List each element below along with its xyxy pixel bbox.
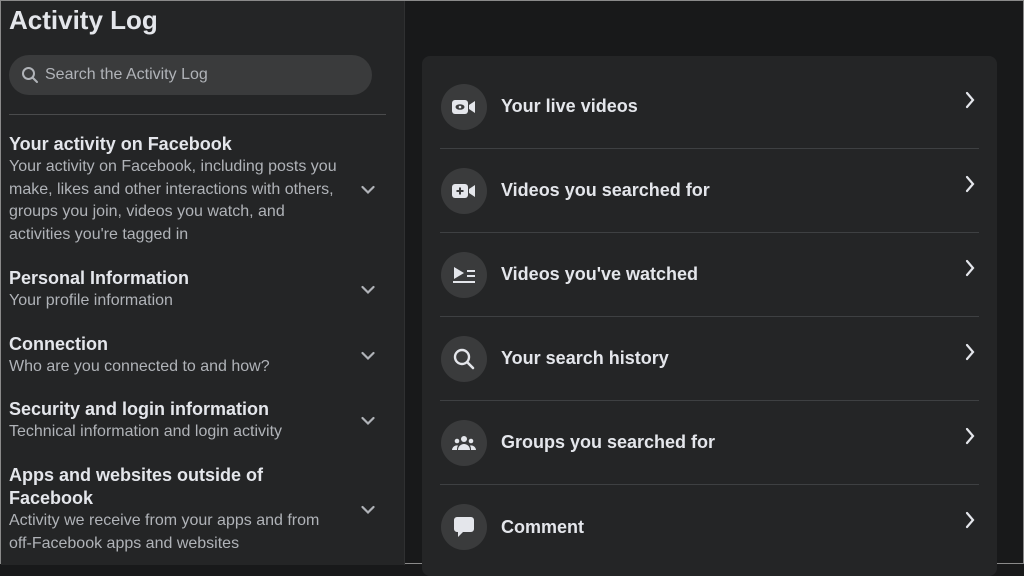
live-video-icon <box>441 83 487 130</box>
section-desc: Your activity on Facebook, including pos… <box>9 158 337 243</box>
item-label: Groups you searched for <box>501 432 716 452</box>
section-apps-websites[interactable]: Apps and websites outside of Facebook Ac… <box>9 464 389 555</box>
search-box[interactable] <box>9 55 372 95</box>
item-label: Comment <box>501 516 585 537</box>
video-plus-icon <box>441 167 487 214</box>
search-icon <box>22 67 38 83</box>
section-desc: Your profile information <box>9 292 173 309</box>
sidebar: Activity Log Your activity on Facebook Y… <box>1 1 405 565</box>
chevron-right-icon <box>965 91 975 109</box>
list-item-videos-watched[interactable]: Videos you've watched <box>440 233 979 317</box>
search-input[interactable] <box>45 66 345 84</box>
chevron-down-icon <box>361 416 375 425</box>
chevron-down-icon <box>361 351 375 360</box>
section-desc: Who are you connected to and how? <box>9 358 270 375</box>
item-label: Videos you've watched <box>501 264 699 284</box>
item-label: Your live videos <box>501 96 638 116</box>
section-title: Apps and websites outside of Facebook <box>9 465 264 508</box>
chevron-right-icon <box>965 343 975 361</box>
chevron-right-icon <box>965 259 975 277</box>
chevron-right-icon <box>965 175 975 193</box>
item-label: Videos you searched for <box>501 180 710 200</box>
groups-icon <box>441 419 487 466</box>
section-title: Connection <box>9 334 108 354</box>
section-title: Personal Information <box>9 268 190 288</box>
section-your-activity[interactable]: Your activity on Facebook Your activity … <box>9 133 389 246</box>
chevron-down-icon <box>361 285 375 294</box>
list-item-live-videos[interactable]: Your live videos <box>440 65 979 149</box>
section-desc: Technical information and login activity <box>9 423 283 440</box>
page-title: Activity Log <box>9 5 158 35</box>
watched-videos-icon <box>441 251 487 298</box>
section-title: Your activity on Facebook <box>9 134 232 154</box>
section-title: Security and login information <box>9 399 270 419</box>
section-desc: Activity we receive from your apps and f… <box>9 512 320 552</box>
chevron-down-icon <box>361 185 375 194</box>
chevron-right-icon <box>965 427 975 445</box>
list-item-search-history[interactable]: Your search history <box>440 317 979 401</box>
divider <box>9 114 386 115</box>
section-personal-information[interactable]: Personal Information Your profile inform… <box>9 267 389 313</box>
list-item-videos-searched[interactable]: Videos you searched for <box>440 149 979 233</box>
activity-categories-card: Your live videos Videos you searched for… <box>422 56 997 576</box>
section-security-login[interactable]: Security and login information Technical… <box>9 398 389 444</box>
search-icon <box>441 335 487 382</box>
chevron-down-icon <box>361 505 375 514</box>
comment-icon <box>441 504 487 550</box>
section-connection[interactable]: Connection Who are you connected to and … <box>9 333 389 379</box>
list-item-groups-searched[interactable]: Groups you searched for <box>440 401 979 485</box>
chevron-right-icon <box>965 511 975 529</box>
item-label: Your search history <box>501 348 669 368</box>
list-item-comment[interactable]: Comment <box>440 485 979 569</box>
